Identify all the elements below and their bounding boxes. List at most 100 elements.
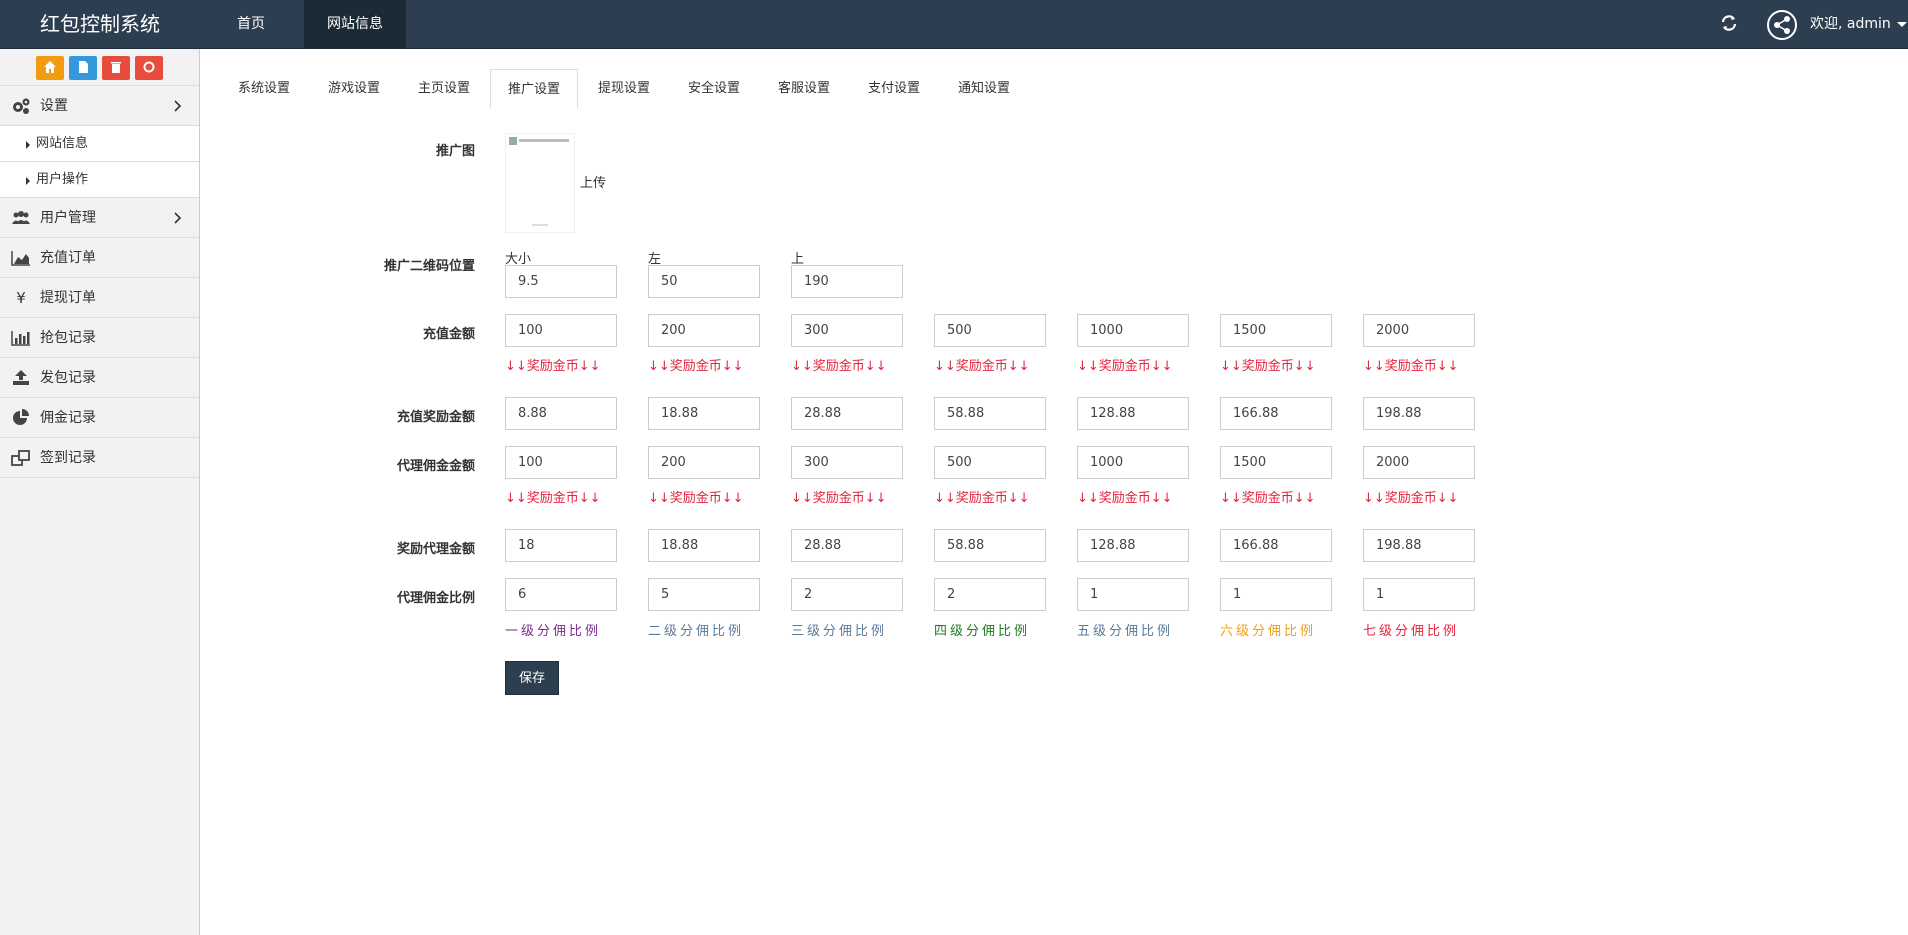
gears-icon xyxy=(11,97,31,115)
agent-reward-input[interactable]: 28.88 xyxy=(791,529,903,562)
tab-security[interactable]: 安全设置 xyxy=(670,69,758,109)
tab-game[interactable]: 游戏设置 xyxy=(310,69,398,109)
reward-hint: ↓↓奖励金币↓↓ xyxy=(1363,491,1459,506)
level-ratio-label: 四级分佣比例 xyxy=(934,624,1031,639)
tab-system[interactable]: 系统设置 xyxy=(220,69,308,109)
sidebar-subitem-site-info[interactable]: 网站信息 xyxy=(0,126,199,162)
agent-reward-input[interactable]: 128.88 xyxy=(1077,529,1189,562)
agent-reward-input[interactable]: 58.88 xyxy=(934,529,1046,562)
yen-icon: ¥ xyxy=(16,289,26,307)
reward-hint: ↓↓奖励金币↓↓ xyxy=(791,359,887,374)
reward-hint: ↓↓奖励金币↓↓ xyxy=(648,359,744,374)
sidebar-item-label: 设置 xyxy=(40,98,68,114)
qr-size-input[interactable]: 9.5 xyxy=(505,265,617,298)
user-menu[interactable]: 欢迎, admin xyxy=(1810,0,1908,49)
sidebar-item-users[interactable]: 用户管理 xyxy=(0,198,199,238)
upload-icon xyxy=(11,369,31,387)
qr-left-input[interactable]: 50 xyxy=(648,265,760,298)
sidebar-subitem-user-ops[interactable]: 用户操作 xyxy=(0,162,199,198)
recharge-amount-input[interactable]: 500 xyxy=(934,314,1046,347)
nav-home[interactable]: 首页 xyxy=(200,0,302,49)
recharge-reward-input[interactable]: 18.88 xyxy=(648,397,760,430)
recharge-amount-input[interactable]: 100 xyxy=(505,314,617,347)
reward-hint: ↓↓奖励金币↓↓ xyxy=(934,491,1030,506)
level-ratio-label: 一级分佣比例 xyxy=(505,624,602,639)
tab-payment[interactable]: 支付设置 xyxy=(850,69,938,109)
pie-chart-icon xyxy=(11,409,31,427)
commission-ratio-input[interactable]: 2 xyxy=(934,578,1046,611)
reward-hint: ↓↓奖励金币↓↓ xyxy=(505,491,601,506)
agent-reward-input[interactable]: 166.88 xyxy=(1220,529,1332,562)
agent-commission-input[interactable]: 300 xyxy=(791,446,903,479)
recharge-reward-input[interactable]: 198.88 xyxy=(1363,397,1475,430)
avatar[interactable] xyxy=(1767,10,1797,40)
sidebar-item-recharge-orders[interactable]: 充值订单 xyxy=(0,238,199,278)
area-chart-icon xyxy=(11,249,31,267)
reward-hint: ↓↓奖励金币↓↓ xyxy=(791,491,887,506)
recycle-icon[interactable] xyxy=(135,56,163,80)
home-icon[interactable] xyxy=(36,56,64,80)
commission-ratio-input[interactable]: 6 xyxy=(505,578,617,611)
level-ratio-label: 六级分佣比例 xyxy=(1220,624,1317,639)
caret-right-icon xyxy=(26,177,30,185)
chevron-right-icon xyxy=(173,210,183,226)
sidebar-item-checkin-records[interactable]: 签到记录 xyxy=(0,438,199,478)
agent-commission-input[interactable]: 2000 xyxy=(1363,446,1475,479)
sidebar-item-settings[interactable]: 设置 xyxy=(0,86,199,126)
agent-commission-input[interactable]: 100 xyxy=(505,446,617,479)
recharge-amount-label: 充值金额 xyxy=(422,327,475,342)
agent-commission-input[interactable]: 200 xyxy=(648,446,760,479)
promo-image-thumbnail[interactable] xyxy=(505,133,575,233)
save-button[interactable]: 保存 xyxy=(505,661,559,695)
recharge-amount-input[interactable]: 200 xyxy=(648,314,760,347)
recharge-amount-input[interactable]: 1500 xyxy=(1220,314,1332,347)
windows-icon xyxy=(11,449,31,467)
recharge-reward-input[interactable]: 58.88 xyxy=(934,397,1046,430)
agent-reward-input[interactable]: 18 xyxy=(505,529,617,562)
sidebar-item-grab-records[interactable]: 抢包记录 xyxy=(0,318,199,358)
sidebar-item-send-records[interactable]: 发包记录 xyxy=(0,358,199,398)
tab-homepage[interactable]: 主页设置 xyxy=(400,69,488,109)
agent-reward-input[interactable]: 198.88 xyxy=(1363,529,1475,562)
recharge-reward-input[interactable]: 128.88 xyxy=(1077,397,1189,430)
agent-commission-input[interactable]: 1000 xyxy=(1077,446,1189,479)
level-ratio-label: 七级分佣比例 xyxy=(1363,624,1460,639)
recharge-amount-input[interactable]: 300 xyxy=(791,314,903,347)
recharge-reward-label: 充值奖励金额 xyxy=(396,410,475,425)
recharge-amount-input[interactable]: 1000 xyxy=(1077,314,1189,347)
commission-ratio-input[interactable]: 1 xyxy=(1077,578,1189,611)
nav-site-info[interactable]: 网站信息 xyxy=(304,0,406,49)
trash-icon[interactable] xyxy=(102,56,130,80)
agent-reward-label: 奖励代理金额 xyxy=(396,542,475,557)
sidebar-item-label: 签到记录 xyxy=(40,450,96,466)
document-icon[interactable] xyxy=(69,56,97,80)
recharge-reward-input[interactable]: 8.88 xyxy=(505,397,617,430)
qr-top-input[interactable]: 190 xyxy=(791,265,903,298)
sidebar-item-label: 充值订单 xyxy=(40,250,96,266)
refresh-icon[interactable] xyxy=(1720,14,1740,34)
recharge-amount-input[interactable]: 2000 xyxy=(1363,314,1475,347)
sidebar-item-label: 用户管理 xyxy=(40,210,96,226)
tab-support[interactable]: 客服设置 xyxy=(760,69,848,109)
sidebar-item-withdraw-orders[interactable]: ¥ 提现订单 xyxy=(0,278,199,318)
app-title[interactable]: 红包控制系统 xyxy=(0,0,200,49)
sidebar-item-commission-records[interactable]: 佣金记录 xyxy=(0,398,199,438)
tab-promotion[interactable]: 推广设置 xyxy=(490,69,578,109)
promo-image-label: 推广图 xyxy=(435,144,475,159)
tab-notification[interactable]: 通知设置 xyxy=(940,69,1028,109)
upload-link[interactable]: 上传 xyxy=(580,172,606,191)
recharge-reward-input[interactable]: 166.88 xyxy=(1220,397,1332,430)
commission-ratio-input[interactable]: 1 xyxy=(1363,578,1475,611)
recharge-reward-input[interactable]: 28.88 xyxy=(791,397,903,430)
commission-ratio-input[interactable]: 1 xyxy=(1220,578,1332,611)
tab-withdraw[interactable]: 提现设置 xyxy=(580,69,668,109)
commission-ratio-input[interactable]: 5 xyxy=(648,578,760,611)
caret-down-icon xyxy=(1897,21,1908,27)
level-ratio-label: 五级分佣比例 xyxy=(1077,624,1174,639)
agent-commission-input[interactable]: 1500 xyxy=(1220,446,1332,479)
sidebar-item-label: 提现订单 xyxy=(40,290,96,306)
agent-reward-input[interactable]: 18.88 xyxy=(648,529,760,562)
commission-ratio-input[interactable]: 2 xyxy=(791,578,903,611)
agent-commission-input[interactable]: 500 xyxy=(934,446,1046,479)
reward-hint: ↓↓奖励金币↓↓ xyxy=(648,491,744,506)
